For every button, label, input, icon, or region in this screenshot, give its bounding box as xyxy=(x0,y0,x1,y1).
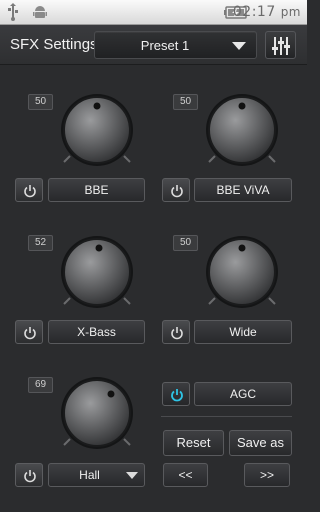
clock: 02:17 pm xyxy=(233,4,301,20)
reverb-power-button[interactable] xyxy=(15,463,43,487)
bbe-viva-value: 50 xyxy=(173,94,198,110)
chevron-down-icon xyxy=(126,472,138,479)
status-bar: 02:17 pm xyxy=(0,0,307,25)
bbe-value: 50 xyxy=(28,94,53,110)
header-bar: SFX Settings Preset 1 xyxy=(0,25,307,65)
reverb-mode-dropdown[interactable]: Hall xyxy=(48,463,145,487)
power-icon xyxy=(171,185,183,198)
android-debug-icon xyxy=(33,6,47,18)
xbass-value: 52 xyxy=(28,235,53,251)
bbe-button[interactable]: BBE xyxy=(48,178,145,202)
agc-button[interactable]: AGC xyxy=(194,382,292,406)
divider xyxy=(161,416,292,417)
chevron-down-icon xyxy=(232,42,246,50)
clock-time: 02:17 xyxy=(232,4,276,20)
bbe-knob[interactable] xyxy=(58,92,136,170)
bbe-viva-power-button[interactable] xyxy=(162,178,190,202)
page-title: SFX Settings xyxy=(10,36,98,53)
reverb-value: 69 xyxy=(28,377,53,393)
bbe-viva-button[interactable]: BBE ViVA xyxy=(194,178,292,202)
xbass-knob[interactable] xyxy=(58,234,136,312)
xbass-power-button[interactable] xyxy=(15,320,43,344)
wide-power-button[interactable] xyxy=(162,320,190,344)
xbass-button[interactable]: X-Bass xyxy=(48,320,145,344)
bbe-power-button[interactable] xyxy=(15,178,43,202)
usb-icon xyxy=(8,3,18,21)
wide-knob[interactable] xyxy=(203,234,281,312)
power-icon xyxy=(24,327,36,340)
power-icon xyxy=(24,185,36,198)
next-preset-button[interactable]: >> xyxy=(244,463,290,487)
reverb-mode-label: Hall xyxy=(79,468,100,482)
preset-dropdown[interactable]: Preset 1 xyxy=(94,31,257,59)
reset-button[interactable]: Reset xyxy=(163,430,224,456)
power-icon xyxy=(171,327,183,340)
previous-preset-button[interactable]: << xyxy=(163,463,208,487)
clock-ampm: pm xyxy=(280,5,301,19)
save-as-button[interactable]: Save as xyxy=(229,430,292,456)
equalizer-sliders-icon xyxy=(272,37,290,55)
wide-value: 50 xyxy=(173,235,198,251)
wide-button[interactable]: Wide xyxy=(194,320,292,344)
power-icon xyxy=(24,470,36,483)
agc-power-button[interactable] xyxy=(162,382,190,406)
preset-label: Preset 1 xyxy=(140,38,190,53)
bbe-viva-knob[interactable] xyxy=(203,92,281,170)
power-icon xyxy=(171,389,183,402)
equalizer-button[interactable] xyxy=(265,31,296,59)
reverb-knob[interactable] xyxy=(58,375,136,453)
